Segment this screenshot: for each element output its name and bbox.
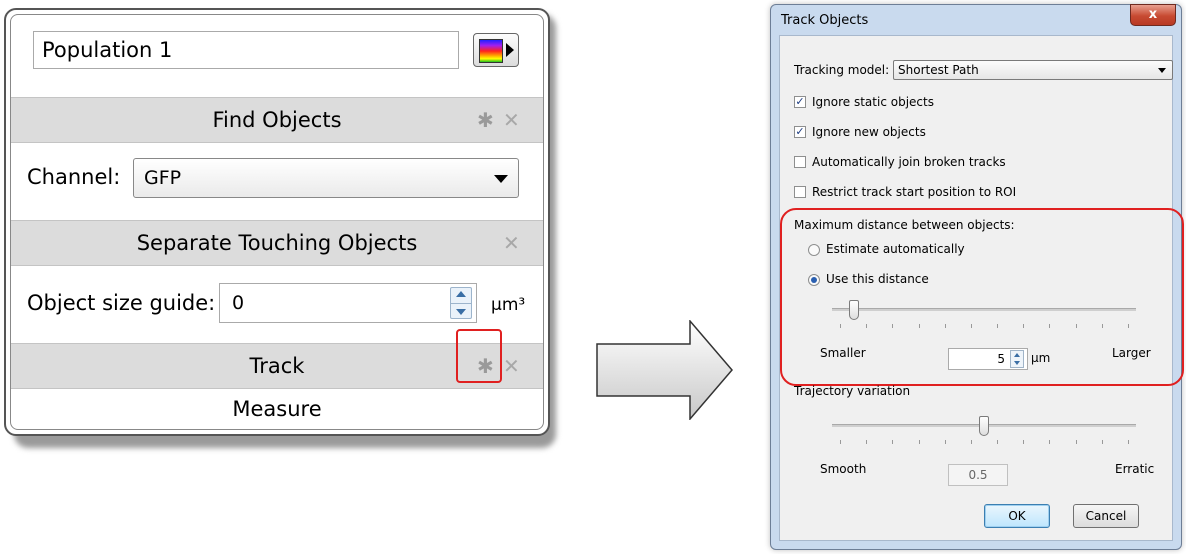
close-button[interactable]: x	[1130, 4, 1176, 26]
arrow-right-icon	[506, 43, 514, 57]
find-objects-title: Find Objects	[212, 108, 342, 132]
join-broken-tracks-label: Automatically join broken tracks	[812, 155, 1006, 169]
cancel-button[interactable]: Cancel	[1073, 504, 1139, 528]
close-icon[interactable]: ✕	[503, 356, 520, 376]
spin-divider	[451, 303, 471, 304]
trajectory-heading: Trajectory variation	[794, 384, 911, 398]
restrict-roi-label: Restrict track start position to ROI	[812, 185, 1017, 199]
object-size-unit: µm³	[491, 295, 526, 315]
slider-tick	[892, 440, 894, 444]
trajectory-slider-handle[interactable]	[979, 416, 989, 436]
ignore-static-checkbox[interactable]: ✓	[794, 96, 806, 108]
separate-touching-objects-title: Separate Touching Objects	[136, 231, 418, 255]
slider-tick	[944, 440, 946, 444]
close-icon: x	[1148, 7, 1158, 22]
slider-tick	[970, 440, 972, 444]
restrict-roi-checkbox[interactable]	[794, 186, 806, 198]
object-size-label: Object size guide:	[27, 291, 216, 315]
object-size-input[interactable]: 0	[219, 283, 477, 323]
color-map-button[interactable]	[473, 33, 519, 67]
slider-tick	[1128, 440, 1129, 444]
max-distance-highlight	[780, 208, 1184, 386]
smooth-label: Smooth	[820, 462, 867, 476]
dialog-title: Track Objects	[781, 13, 869, 28]
ignore-new-label: Ignore new objects	[812, 125, 926, 139]
ignore-new-checkbox[interactable]: ✓	[794, 126, 806, 138]
slider-tick	[866, 440, 868, 444]
population-name-input[interactable]: Population 1	[33, 31, 459, 69]
object-size-spinner[interactable]	[450, 287, 472, 319]
tracking-model-label: Tracking model:	[794, 63, 890, 77]
chevron-down-icon	[1158, 68, 1166, 73]
chevron-down-icon	[494, 175, 508, 183]
slider-tick	[840, 440, 841, 444]
ignore-static-label: Ignore static objects	[812, 95, 934, 109]
close-icon[interactable]: ✕	[503, 110, 520, 130]
close-icon[interactable]: ✕	[503, 233, 520, 253]
measure-header[interactable]: Measure	[11, 391, 543, 427]
tracking-model-select[interactable]: Shortest Path	[893, 60, 1173, 80]
gear-highlight	[456, 329, 502, 383]
slider-tick	[1049, 440, 1051, 444]
erratic-label: Erratic	[1115, 462, 1155, 476]
find-objects-header[interactable]: Find Objects ✱ ✕	[11, 97, 543, 143]
arrow-right-icon	[596, 320, 733, 420]
trajectory-value-input[interactable]: 0.5	[948, 464, 1008, 486]
separate-touching-objects-header[interactable]: Separate Touching Objects ✕	[11, 220, 543, 266]
object-size-value: 0	[232, 292, 245, 314]
slider-tick	[1023, 440, 1025, 444]
spin-down-icon[interactable]	[456, 309, 466, 315]
channel-select[interactable]: GFP	[133, 158, 519, 198]
color-swatch-icon	[479, 39, 503, 63]
slider-tick	[997, 440, 999, 444]
tracking-model-value: Shortest Path	[898, 63, 979, 77]
gear-icon[interactable]: ✱	[477, 110, 494, 130]
channel-value: GFP	[144, 167, 182, 189]
slider-tick	[1101, 440, 1103, 444]
channel-label: Channel:	[27, 165, 121, 189]
spin-up-icon[interactable]	[456, 291, 466, 297]
join-broken-tracks-checkbox[interactable]	[794, 156, 806, 168]
slider-tick	[918, 440, 920, 444]
ok-button[interactable]: OK	[984, 504, 1050, 528]
slider-tick	[1075, 440, 1077, 444]
